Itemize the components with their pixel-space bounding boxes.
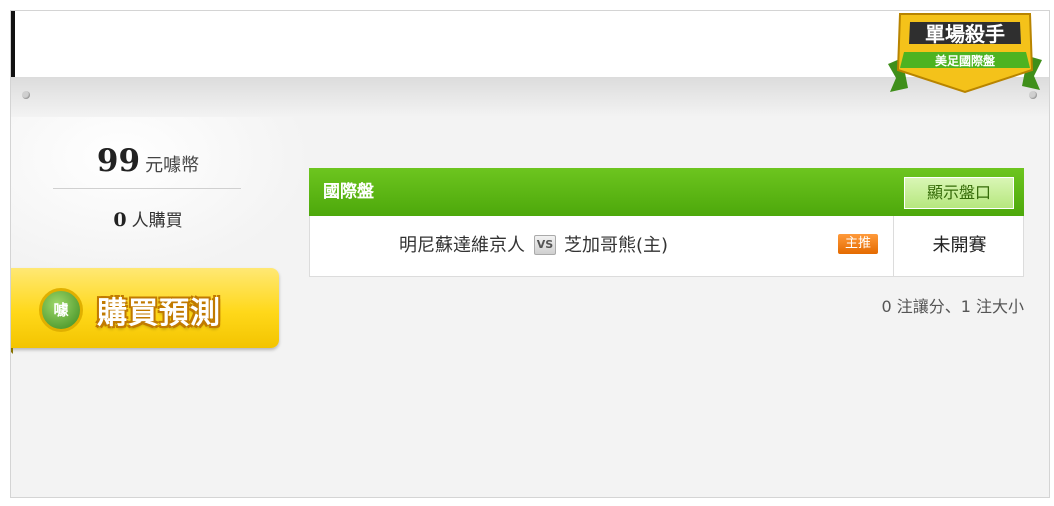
vs-icon: VS [534, 235, 556, 255]
price-unit: 元噱幣 [145, 155, 200, 176]
panel-header: 國際盤 顯示盤口 [309, 168, 1024, 216]
bet-summary: 0 注讓分、1 注大小 [881, 297, 1024, 316]
price: 99 元噱幣 [53, 143, 243, 179]
buyer-count: 0 人購買 [53, 206, 243, 231]
pin-icon [22, 91, 30, 99]
show-odds-button[interactable]: 顯示盤口 [904, 177, 1014, 209]
away-team: 芝加哥熊(主) [564, 235, 669, 256]
odds-panel: 國際盤 顯示盤口 明尼蘇達維京人 VS 芝加哥熊(主) 主推 未開賽 0 注讓分… [309, 168, 1024, 316]
panel-title: 國際盤 [323, 182, 374, 202]
match-status: 未開賽 [893, 216, 1025, 276]
coin-icon: 噱 [39, 288, 83, 332]
badge-title: 單場殺手 [925, 22, 1005, 46]
ribbon-fold [11, 348, 13, 354]
match-row: 明尼蘇達維京人 VS 芝加哥熊(主) 主推 未開賽 [309, 216, 1024, 277]
divider [53, 188, 241, 189]
buyer-count-number: 0 [113, 209, 127, 231]
killer-badge-icon: 單場殺手 美足國際盤 [888, 13, 1042, 94]
badge-subtitle: 美足國際盤 [935, 53, 996, 68]
main-pick-badge: 主推 [838, 234, 878, 254]
buy-prediction-button[interactable]: 噱 購買預測 [11, 268, 279, 354]
buy-prediction-label: 購買預測 [97, 296, 221, 331]
buyer-count-unit: 人購買 [131, 211, 183, 231]
home-team: 明尼蘇達維京人 [399, 235, 525, 256]
price-amount: 99 [96, 143, 141, 179]
left-column-glow [11, 117, 311, 277]
